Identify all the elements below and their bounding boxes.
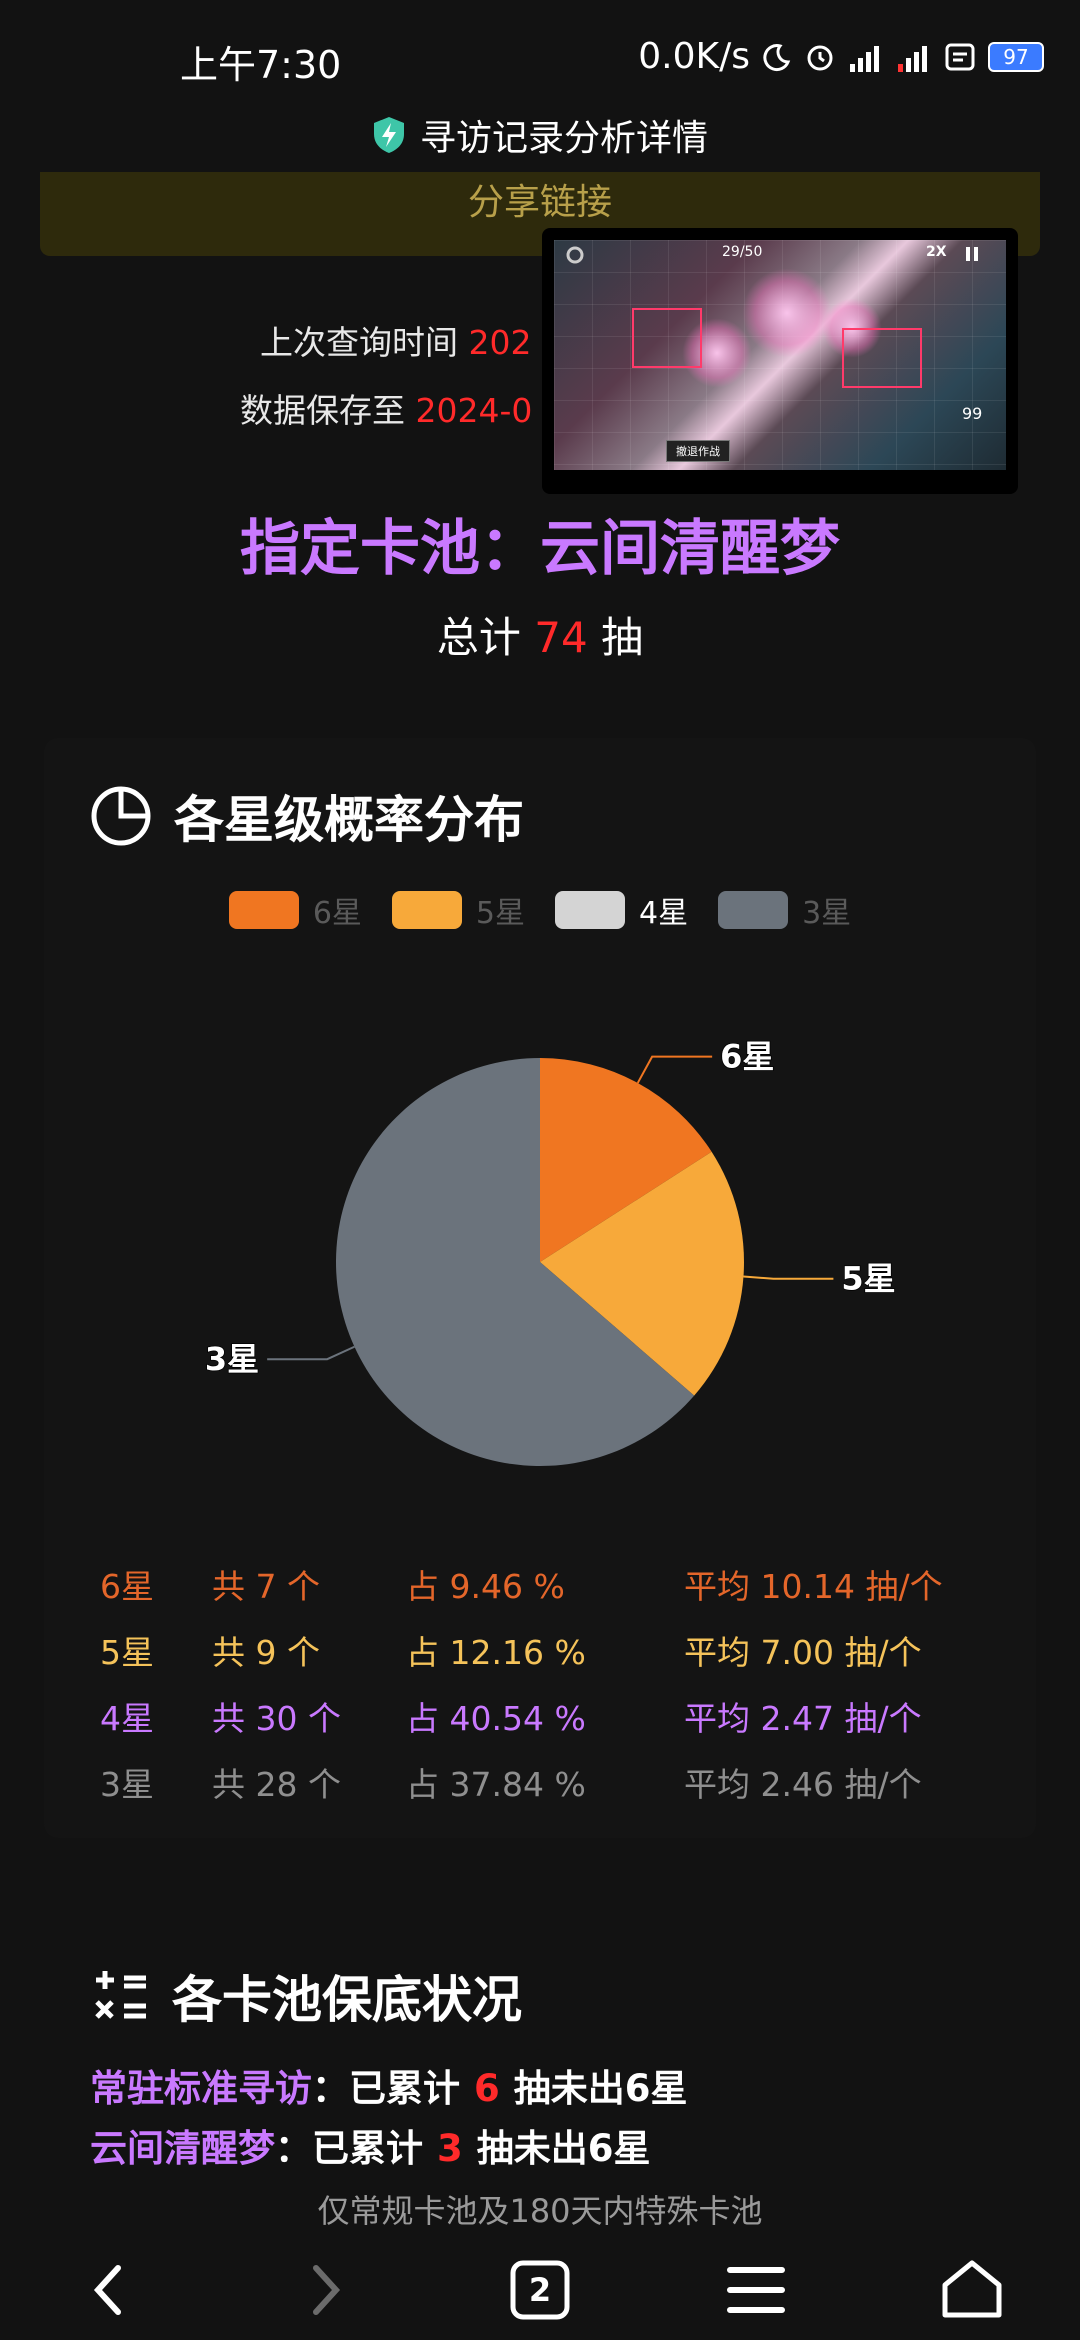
- saved-until-value: 2024-0: [415, 391, 533, 430]
- data-saved-until: 数据保存至 2024-0: [240, 391, 533, 430]
- guarantee-line: 云间清醒梦：已累计 3 抽未出6星: [90, 2127, 651, 2170]
- pip-speed[interactable]: 2X: [926, 244, 947, 260]
- last-query-time: 上次查询时间 202: [260, 323, 532, 362]
- stats-row: 6星 共 7 个 占 9.46 % 平均 10.14 抽/个: [0, 1560, 1080, 1610]
- guarantee-heading: 各卡池保底状况: [90, 1960, 522, 2032]
- pip-video-window[interactable]: 29/50 2X 99 撤退作战: [542, 228, 1018, 494]
- legend-label: 4星: [639, 896, 689, 931]
- page-title: 寻访记录分析详情: [419, 118, 708, 159]
- stats-row: 3星 共 28 个 占 37.84 % 平均 2.46 抽/个: [0, 1758, 1080, 1808]
- legend-label: 6星: [312, 896, 362, 931]
- forward-button[interactable]: [286, 2250, 366, 2330]
- chevron-right-icon: [313, 2265, 341, 2315]
- stats-row: 5星 共 9 个 占 12.16 % 平均 7.00 抽/个: [0, 1626, 1080, 1676]
- moon-icon: [763, 43, 791, 71]
- tab-count: 2: [528, 2271, 552, 2309]
- stats-pct: 占 37.84 %: [406, 1765, 586, 1804]
- pip-retreat-button[interactable]: 撤退作战: [666, 440, 730, 462]
- guarantee-title: 各卡池保底状况: [172, 1971, 522, 2029]
- pip-cost: 99: [962, 404, 983, 423]
- stats-count: 共 9 个: [212, 1633, 320, 1672]
- stats-star: 5星: [100, 1633, 154, 1672]
- total-pulls-value: 74: [534, 613, 588, 662]
- last-query-value: 202: [468, 323, 532, 362]
- status-bar: 上午7:30 0.0K/s 97: [0, 0, 1080, 110]
- legend-swatch: [718, 891, 789, 929]
- back-button[interactable]: [68, 2250, 148, 2330]
- total-pulls: 总计 74 抽: [436, 613, 644, 662]
- pip-settings-icon[interactable]: [564, 244, 586, 266]
- stats-count: 共 30 个: [212, 1699, 341, 1738]
- guarantee-note: 仅常规卡池及180天内特殊卡池: [317, 2192, 763, 2230]
- distribution-title: 各星级概率分布: [174, 791, 524, 849]
- stats-count: 共 7 个: [212, 1567, 320, 1606]
- stats-count: 共 28 个: [212, 1765, 341, 1804]
- chevron-left-icon: [93, 2265, 121, 2315]
- pie-slice-label: 3星: [205, 1340, 259, 1378]
- pie-slice-label: 5星: [841, 1260, 895, 1298]
- pool-title: 指定卡池：云间清醒梦: [240, 514, 840, 584]
- pip-counter: 29/50: [722, 244, 763, 260]
- legend-swatch: [228, 891, 299, 929]
- stats-pct: 占 40.54 %: [406, 1699, 586, 1738]
- browser-nav-bar: 2: [0, 2240, 1080, 2340]
- stats-row: 4星 共 30 个 占 40.54 % 平均 2.47 抽/个: [0, 1692, 1080, 1742]
- legend-item[interactable]: 6星: [228, 888, 362, 932]
- distribution-heading: 各星级概率分布: [90, 780, 524, 852]
- pie-label-line: [267, 1345, 355, 1361]
- legend-swatch: [555, 891, 625, 929]
- home-icon: [942, 2260, 1002, 2318]
- wifi-icon: [945, 43, 975, 70]
- share-link-label: 分享链接: [467, 182, 612, 223]
- alarm-icon: [807, 45, 833, 70]
- home-button[interactable]: [932, 2250, 1012, 2330]
- status-time: 上午7:30: [180, 43, 342, 87]
- pie-slice-label: 6星: [720, 1038, 774, 1076]
- legend-swatch: [391, 891, 462, 929]
- star-distribution-pie-chart: 6星 5星 3星: [204, 1037, 896, 1466]
- signal-icon: [850, 45, 879, 72]
- menu-button[interactable]: [716, 2250, 796, 2330]
- stats-pct: 占 9.46 %: [406, 1567, 565, 1606]
- stats-star: 4星: [100, 1699, 154, 1738]
- pip-pause-icon[interactable]: [962, 244, 982, 264]
- stats-avg: 平均 7.00 抽/个: [684, 1633, 922, 1672]
- battery-icon: 97: [988, 41, 1044, 72]
- calculator-icon: [95, 1971, 146, 2019]
- status-icons: 0.0K/s 97: [638, 36, 1044, 77]
- menu-icon: [727, 2267, 785, 2313]
- legend-item[interactable]: 5星: [391, 888, 525, 932]
- stats-avg: 平均 2.46 抽/个: [684, 1765, 922, 1804]
- legend-label: 3星: [802, 896, 852, 931]
- legend-item[interactable]: 3星: [718, 888, 851, 932]
- stats-avg: 平均 10.14 抽/个: [684, 1567, 943, 1606]
- pie-chart-icon: [91, 786, 151, 846]
- stats-pct: 占 12.16 %: [406, 1633, 586, 1672]
- stats-avg: 平均 2.47 抽/个: [684, 1699, 922, 1738]
- title-bar: 寻访记录分析详情: [0, 105, 1080, 165]
- stats-star: 3星: [100, 1765, 154, 1804]
- signal-icon-2: [898, 45, 927, 72]
- chart-legend: 6星 5星 4星 3星: [0, 888, 1080, 932]
- legend-label: 5星: [475, 896, 525, 931]
- pie-label-line: [743, 1275, 834, 1280]
- guarantee-line: 常驻标准寻访：已累计 6 抽未出6星: [90, 2067, 688, 2110]
- shield-lightning-icon: [373, 117, 404, 153]
- tabs-button[interactable]: 2: [500, 2250, 580, 2330]
- pie-label-line: [636, 1055, 713, 1084]
- stats-star: 6星: [100, 1567, 154, 1606]
- network-speed: 0.0K/s: [638, 36, 750, 77]
- legend-item[interactable]: 4星: [555, 888, 688, 932]
